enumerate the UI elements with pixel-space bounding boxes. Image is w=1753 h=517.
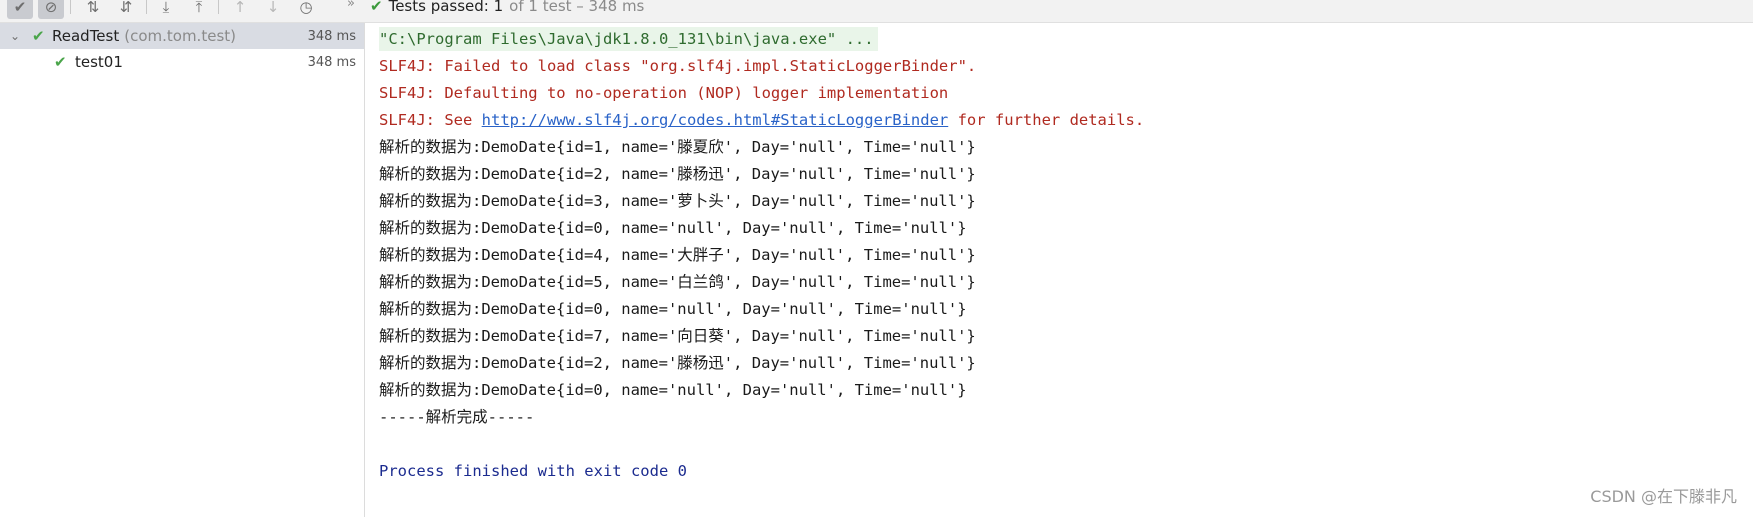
test-method-name: test01 xyxy=(75,53,123,71)
status-sub-text: of 1 test – 348 ms xyxy=(509,0,645,15)
test-package-name: (com.tom.test) xyxy=(124,27,236,45)
console-error-text: for further details. xyxy=(948,111,1145,129)
chevron-down-icon[interactable]: ⌄ xyxy=(10,29,20,43)
more-chevron-icon[interactable]: » xyxy=(347,0,355,11)
test-class-name: ReadTest xyxy=(52,27,120,45)
check-icon[interactable]: ✔ xyxy=(7,0,33,19)
expand-all-icon[interactable]: ⤓ xyxy=(153,0,179,19)
console-output-line: 解析的数据为:DemoDate{id=1, name='滕夏欣', Day='n… xyxy=(379,138,976,156)
status-main-text: Tests passed: 1 xyxy=(388,0,504,15)
sort-duration-icon[interactable]: ⇵ xyxy=(113,0,139,19)
console-output-line: 解析的数据为:DemoDate{id=0, name='null', Day='… xyxy=(379,219,967,237)
test-status: ✔ Tests passed: 1 of 1 test – 348 ms xyxy=(370,0,644,16)
console-error-line: SLF4J: See http://www.slf4j.org/codes.ht… xyxy=(379,108,1144,132)
console-output-line: 解析的数据为:DemoDate{id=2, name='滕杨迅', Day='n… xyxy=(379,165,976,183)
console-output-line: 解析的数据为:DemoDate{id=2, name='滕杨迅', Day='n… xyxy=(379,354,976,372)
console-done-line: -----解析完成----- xyxy=(379,408,535,426)
passed-check-icon: ✔ xyxy=(32,27,45,45)
sort-alpha-icon[interactable]: ⇅ xyxy=(80,0,106,19)
tree-item-test01[interactable]: ✔ test01 348 ms xyxy=(0,49,364,75)
test-runner-toolbar: ✔ ⊘ ⇅ ⇵ ⤓ ⤒ ↑ ↓ ◷ » ✔ Tests passed: 1 of… xyxy=(0,0,1753,23)
console-exit-line: Process finished with exit code 0 xyxy=(379,462,687,480)
console-output-line: 解析的数据为:DemoDate{id=0, name='null', Day='… xyxy=(379,300,967,318)
test-tree-panel: ⌄ ✔ ReadTest (com.tom.test) 348 ms ✔ test… xyxy=(0,23,365,517)
tree-item-readtest[interactable]: ⌄ ✔ ReadTest (com.tom.test) 348 ms xyxy=(0,23,364,49)
console-output-line: 解析的数据为:DemoDate{id=7, name='向日葵', Day='n… xyxy=(379,327,976,345)
toolbar-separator xyxy=(146,0,147,14)
test-duration: 348 ms xyxy=(307,28,356,44)
console-output-line: 解析的数据为:DemoDate{id=5, name='白兰鸽', Day='n… xyxy=(379,273,976,291)
previous-failed-icon[interactable]: ↑ xyxy=(227,0,253,19)
console-output-line: 解析的数据为:DemoDate{id=4, name='大胖子', Day='n… xyxy=(379,246,976,264)
watermark: CSDN @在下滕非凡 xyxy=(1590,487,1737,506)
next-failed-icon[interactable]: ↓ xyxy=(260,0,286,19)
collapse-all-icon[interactable]: ⤒ xyxy=(186,0,212,19)
console-error-line: SLF4J: Defaulting to no-operation (NOP) … xyxy=(379,84,949,102)
passed-check-icon: ✔ xyxy=(370,0,383,15)
test-duration: 348 ms xyxy=(307,54,356,70)
console-output-line: 解析的数据为:DemoDate{id=0, name='null', Day='… xyxy=(379,381,967,399)
toolbar-separator xyxy=(70,0,71,14)
console-command-line: "C:\Program Files\Java\jdk1.8.0_131\bin\… xyxy=(379,27,878,51)
tree-item-label: ReadTest (com.tom.test) xyxy=(52,27,236,45)
console-error-line: SLF4J: Failed to load class "org.slf4j.i… xyxy=(379,57,977,75)
console-error-text: SLF4J: See xyxy=(379,111,482,129)
console-output[interactable]: "C:\Program Files\Java\jdk1.8.0_131\bin\… xyxy=(365,23,1753,517)
slf4j-docs-link[interactable]: http://www.slf4j.org/codes.html#StaticLo… xyxy=(482,111,949,129)
passed-check-icon: ✔ xyxy=(54,53,67,71)
history-icon[interactable]: ◷ xyxy=(293,0,319,19)
toolbar-separator xyxy=(218,0,219,14)
stop-icon[interactable]: ⊘ xyxy=(38,0,64,19)
console-output-line: 解析的数据为:DemoDate{id=3, name='萝卜头', Day='n… xyxy=(379,192,976,210)
